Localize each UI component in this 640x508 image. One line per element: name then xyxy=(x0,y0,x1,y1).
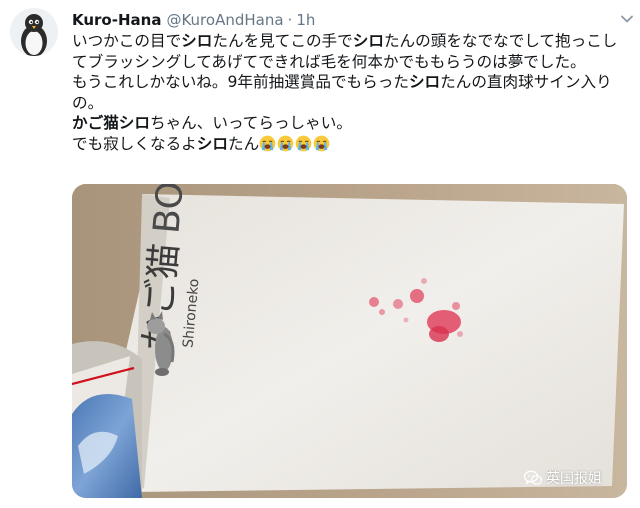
avatar[interactable] xyxy=(10,8,58,56)
tweet-text-line: もうこれしかないね。9年前抽選賞品でもらったシロたんの直肉球サイン入りの。 xyxy=(72,72,628,113)
svg-text:BO: BO xyxy=(146,184,191,235)
display-name[interactable]: Kuro-Hana xyxy=(72,11,161,29)
bold-text-segment: かご猫シロ xyxy=(72,114,150,132)
penguin-avatar-icon xyxy=(10,8,58,56)
tweet-media-photo[interactable]: かご猫 BO Shironeko xyxy=(72,184,627,498)
text-segment: もうこれしかないね。9年前抽選賞品でもらった xyxy=(72,73,409,91)
watermark-label: 英国报姐 xyxy=(546,471,602,487)
timestamp[interactable]: 1h xyxy=(296,11,315,29)
tweet-text-line: いつかこの目でシロたんを見てこの手でシロたんの頭をなでなでして抱っこしてブラッシ… xyxy=(72,31,628,72)
bold-text-segment: シロ xyxy=(408,73,441,91)
loudly-crying-face-icon xyxy=(277,135,294,151)
loudly-crying-face-icon xyxy=(313,135,330,151)
watermark: 英国报姐 xyxy=(524,467,602,489)
tweet-text-line: でも寂しくなるよシロたん xyxy=(72,134,628,155)
loudly-crying-face-icon xyxy=(295,135,312,151)
wechat-icon xyxy=(524,470,542,485)
tweet-text-line: かご猫シロちゃん、いってらっしゃい。 xyxy=(72,113,628,134)
tweet-text: いつかこの目でシロたんを見てこの手でシロたんの頭をなでなでして抱っこしてブラッシ… xyxy=(72,31,628,154)
user-handle[interactable]: @KuroAndHana xyxy=(166,11,283,29)
text-segment: たんを見てこの手で xyxy=(212,32,353,50)
text-segment: いつかこの目で xyxy=(72,32,182,50)
loudly-crying-face-icon xyxy=(259,135,276,151)
bold-text-segment: シロ xyxy=(196,134,228,153)
separator-dot: · xyxy=(287,11,293,29)
autograph-book-photo: かご猫 BO Shironeko xyxy=(72,184,627,498)
tweet-header: Kuro-Hana @KuroAndHana · 1h xyxy=(72,9,315,31)
text-segment: でも寂しくなるよ xyxy=(72,134,197,153)
text-segment: たん xyxy=(227,134,260,153)
chevron-down-icon[interactable] xyxy=(620,12,634,26)
bold-text-segment: シロ xyxy=(181,32,213,50)
text-segment: ちゃん、いってらっしゃい。 xyxy=(149,114,352,132)
bold-text-segment: シロ xyxy=(352,32,384,50)
